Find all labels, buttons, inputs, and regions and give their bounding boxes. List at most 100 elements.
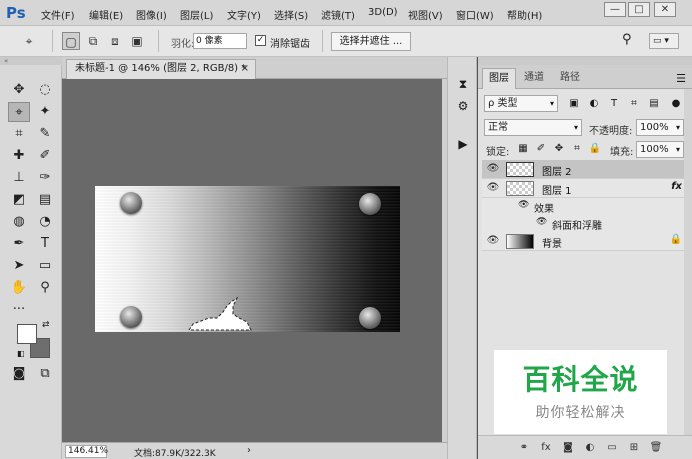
smart-object-filter-icon[interactable]: ▤ [646,96,662,112]
add-mask-icon[interactable]: ◙ [560,440,576,456]
menu-type[interactable]: 文字(Y) [227,7,261,22]
stamp-tool-icon[interactable]: ⊥ [8,168,30,188]
healing-brush-icon[interactable]: ✚ [8,146,30,166]
dodge-tool-icon[interactable]: ◔ [34,212,56,232]
minimize-button[interactable]: — [604,2,626,17]
close-tab-icon[interactable]: × [241,60,249,78]
zoom-field[interactable]: 146.41% [65,445,108,458]
properties-panel-icon[interactable]: ⚙ [454,97,472,115]
fill-field[interactable]: 100% ▾ [636,141,684,158]
marquee-tool-icon[interactable]: ◌ [34,80,56,100]
feather-input[interactable]: 0 像素 [193,33,247,49]
intersect-selection-icon[interactable]: ▣ [128,32,146,50]
lock-transparent-icon[interactable]: ▦ [516,142,530,156]
default-colors-icon[interactable]: ◧ [17,349,25,358]
rectangle-tool-icon[interactable]: ▭ [34,256,56,276]
foreground-color[interactable] [17,324,37,344]
effects-row[interactable]: 👁 效果 [482,198,688,215]
subtract-selection-icon[interactable]: ⧈ [106,32,124,50]
tab-paths[interactable]: 路径 [554,68,586,89]
menu-view[interactable]: 视图(V) [408,7,443,22]
screen-mode-icon[interactable]: ⧉ [34,364,56,384]
lock-artboard-icon[interactable]: ⌗ [570,142,584,156]
fx-icon[interactable]: fx [671,181,682,192]
more-tools-icon[interactable]: ··· [8,300,30,320]
search-icon[interactable]: ⚲ [622,32,632,47]
type-filter-icon[interactable]: T [606,96,622,112]
lasso-tool-icon[interactable]: ⌖ [8,102,30,122]
effect-eye-icon[interactable]: 👁 [536,217,547,227]
move-tool-icon[interactable]: ✥ [8,80,30,100]
layer-row-background[interactable]: 👁 背景 🔒 [482,232,688,251]
document-canvas[interactable] [95,186,400,332]
new-layer-icon[interactable]: ⊞ [626,440,642,456]
pixel-filter-icon[interactable]: ▣ [566,96,582,112]
link-layers-icon[interactable]: ⚭ [516,440,532,456]
new-adjustment-icon[interactable]: ◐ [582,440,598,456]
add-selection-icon[interactable]: ⧉ [84,32,102,50]
new-group-icon[interactable]: ▭ [604,440,620,456]
panel-grip[interactable] [478,57,692,65]
delete-layer-icon[interactable]: 🗑 [648,440,664,456]
menu-edit[interactable]: 编辑(E) [89,7,123,22]
menu-layer[interactable]: 图层(L) [180,7,213,22]
visibility-eye-icon[interactable]: 👁 [486,181,500,195]
zoom-tool-icon[interactable]: ⚲ [34,278,56,298]
crop-tool-icon[interactable]: ⌗ [8,124,30,144]
lock-all-icon[interactable]: 🔒 [588,142,602,156]
menu-file[interactable]: 文件(F) [41,7,75,22]
document-tab[interactable]: 未标题-1 @ 146% (图层 2, RGB/8) * × [66,59,256,79]
pen-tool-icon[interactable]: ✒ [8,234,30,254]
swap-colors-icon[interactable]: ⇄ [42,320,50,330]
filter-type-dropdown[interactable]: ρ 类型 ▾ [484,95,558,112]
effect-item-row[interactable]: 👁 斜面和浮雕 [482,215,688,232]
actions-play-icon[interactable]: ▶ [454,135,472,153]
history-brush-icon[interactable]: ✑ [34,168,56,188]
restore-button[interactable]: □ [628,2,650,17]
magic-wand-tool-icon[interactable]: ✦ [34,102,56,122]
menu-window[interactable]: 窗口(W) [456,7,494,22]
adjustment-filter-icon[interactable]: ◐ [586,96,602,112]
eraser-tool-icon[interactable]: ◩ [8,190,30,210]
document-info[interactable]: 文档:87.9K/322.3K [134,446,216,459]
blend-mode-dropdown[interactable]: 正常 ▾ [484,119,582,136]
panel-menu-icon[interactable]: ☰ [676,72,686,85]
toolbar-grip[interactable]: « [0,57,62,65]
menu-select[interactable]: 选择(S) [274,7,308,22]
visibility-eye-icon[interactable]: 👁 [486,162,500,176]
visibility-eye-icon[interactable]: 👁 [486,234,500,248]
add-style-icon[interactable]: fx [538,440,554,456]
menu-image[interactable]: 图像(I) [136,7,167,22]
type-tool-icon[interactable]: T [34,234,56,254]
lasso-selection[interactable] [187,294,253,332]
tab-layers[interactable]: 图层 [482,68,516,89]
history-panel-icon[interactable]: ⧗ [454,75,472,93]
lock-pixels-icon[interactable]: ✐ [534,142,548,156]
filter-toggle-icon[interactable]: ● [668,96,684,112]
menu-3d[interactable]: 3D(D) [368,7,398,18]
blur-tool-icon[interactable]: ◍ [8,212,30,232]
new-selection-icon[interactable]: ▢ [62,32,80,50]
eyedropper-tool-icon[interactable]: ✎ [34,124,56,144]
opacity-field[interactable]: 100% ▾ [636,119,684,136]
shape-filter-icon[interactable]: ⌗ [626,96,642,112]
menu-help[interactable]: 帮助(H) [507,7,542,22]
polygonal-lasso-preset-icon[interactable]: ⌖ [20,32,38,50]
layer-row-layer-1[interactable]: 👁 图层 1 fx [482,179,688,198]
panel-scrollbar[interactable] [684,89,692,435]
path-select-icon[interactable]: ➤ [8,256,30,276]
status-menu-arrow[interactable]: › [247,445,251,456]
brush-tool-icon[interactable]: ✐ [34,146,56,166]
menu-filter[interactable]: 滤镜(T) [321,7,355,22]
antialias-checkbox[interactable]: ✓ [255,35,266,46]
tab-channels[interactable]: 通道 [518,68,550,89]
canvas-area[interactable] [62,79,442,442]
close-button[interactable]: ✕ [654,2,676,17]
hand-tool-icon[interactable]: ✋ [8,278,30,298]
select-and-mask-button[interactable]: 选择并遮住 ... [331,32,411,51]
quick-mask-icon[interactable]: ◙ [8,364,30,384]
workspace-switcher[interactable]: ▭ ▾ [649,33,679,49]
lock-position-icon[interactable]: ✥ [552,142,566,156]
layer-row-layer-2[interactable]: 👁 图层 2 [482,160,688,179]
gradient-tool-icon[interactable]: ▤ [34,190,56,210]
